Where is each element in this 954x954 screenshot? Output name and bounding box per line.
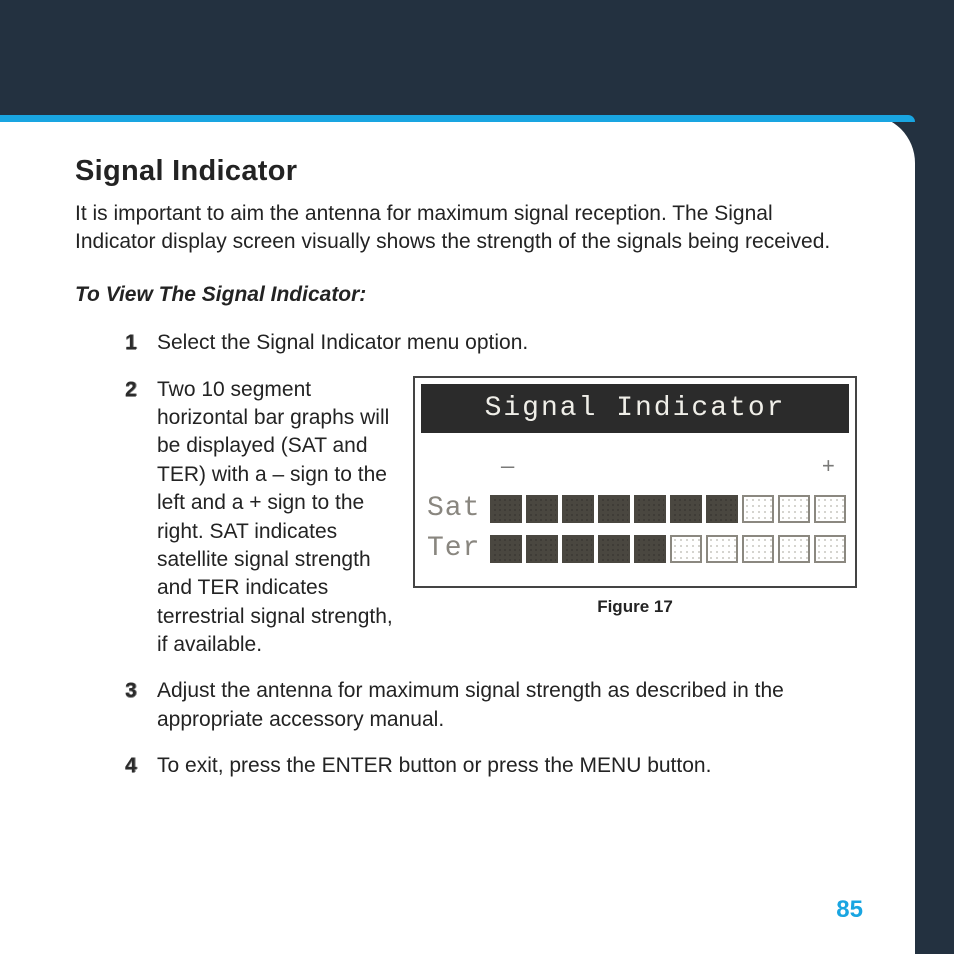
figure-caption: Figure 17 xyxy=(413,596,857,619)
bar-segment xyxy=(814,495,846,523)
step-text: Select the Signal Indicator menu option. xyxy=(157,331,528,354)
sat-bar xyxy=(490,495,846,523)
page-content: Signal Indicator It is important to aim … xyxy=(0,115,915,780)
bar-segment xyxy=(598,495,630,523)
plus-icon: + xyxy=(822,453,835,483)
bar-segment xyxy=(598,535,630,563)
intro-paragraph: It is important to aim the antenna for m… xyxy=(75,200,845,255)
manual-page: Signal Indicator It is important to aim … xyxy=(0,115,915,954)
bar-segment xyxy=(778,535,810,563)
bar-segment xyxy=(670,495,702,523)
lcd-scale: — + xyxy=(427,449,843,489)
bar-segment xyxy=(634,495,666,523)
bar-segment xyxy=(670,535,702,563)
bar-segment xyxy=(742,535,774,563)
step-number: 4 xyxy=(125,752,137,780)
minus-icon: — xyxy=(501,453,514,483)
page-number: 85 xyxy=(836,896,863,924)
step-4: 4 To exit, press the ENTER button or pre… xyxy=(125,752,845,780)
bar-segment xyxy=(706,535,738,563)
figure-17-wrap: Signal Indicator — + Sat xyxy=(413,376,857,619)
bar-segment xyxy=(814,535,846,563)
ter-bar xyxy=(490,535,846,563)
steps-list: 1 Select the Signal Indicator menu optio… xyxy=(75,329,845,780)
bar-segment xyxy=(742,495,774,523)
lcd-display: Signal Indicator — + Sat xyxy=(413,376,857,588)
step-number: 1 xyxy=(125,329,137,357)
lcd-title: Signal Indicator xyxy=(421,384,849,433)
bar-segment xyxy=(526,535,558,563)
bar-segment xyxy=(778,495,810,523)
step-text: Adjust the antenna for maximum signal st… xyxy=(157,679,784,730)
bar-segment xyxy=(526,495,558,523)
bar-segment xyxy=(562,535,594,563)
ter-label: Ter xyxy=(427,530,480,568)
step-1: 1 Select the Signal Indicator menu optio… xyxy=(125,329,845,357)
bar-segment xyxy=(562,495,594,523)
step-3: 3 Adjust the antenna for maximum signal … xyxy=(125,677,845,734)
step-number: 3 xyxy=(125,677,137,705)
step-2: 2 Two 10 segment horizontal bar graphs w… xyxy=(125,376,845,659)
bar-segment xyxy=(490,495,522,523)
lcd-row-ter: Ter xyxy=(427,530,843,568)
bar-segment xyxy=(490,535,522,563)
bar-segment xyxy=(706,495,738,523)
page-title: Signal Indicator xyxy=(75,155,845,188)
bar-segment xyxy=(634,535,666,563)
section-subhead: To View The Signal Indicator: xyxy=(75,283,845,307)
lcd-body: — + Sat Ter xyxy=(415,439,855,586)
lcd-row-sat: Sat xyxy=(427,490,843,528)
step-text: To exit, press the ENTER button or press… xyxy=(157,754,711,777)
step-number: 2 xyxy=(125,376,137,404)
sat-label: Sat xyxy=(427,490,480,528)
step-text: Two 10 segment horizontal bar graphs wil… xyxy=(157,376,395,659)
